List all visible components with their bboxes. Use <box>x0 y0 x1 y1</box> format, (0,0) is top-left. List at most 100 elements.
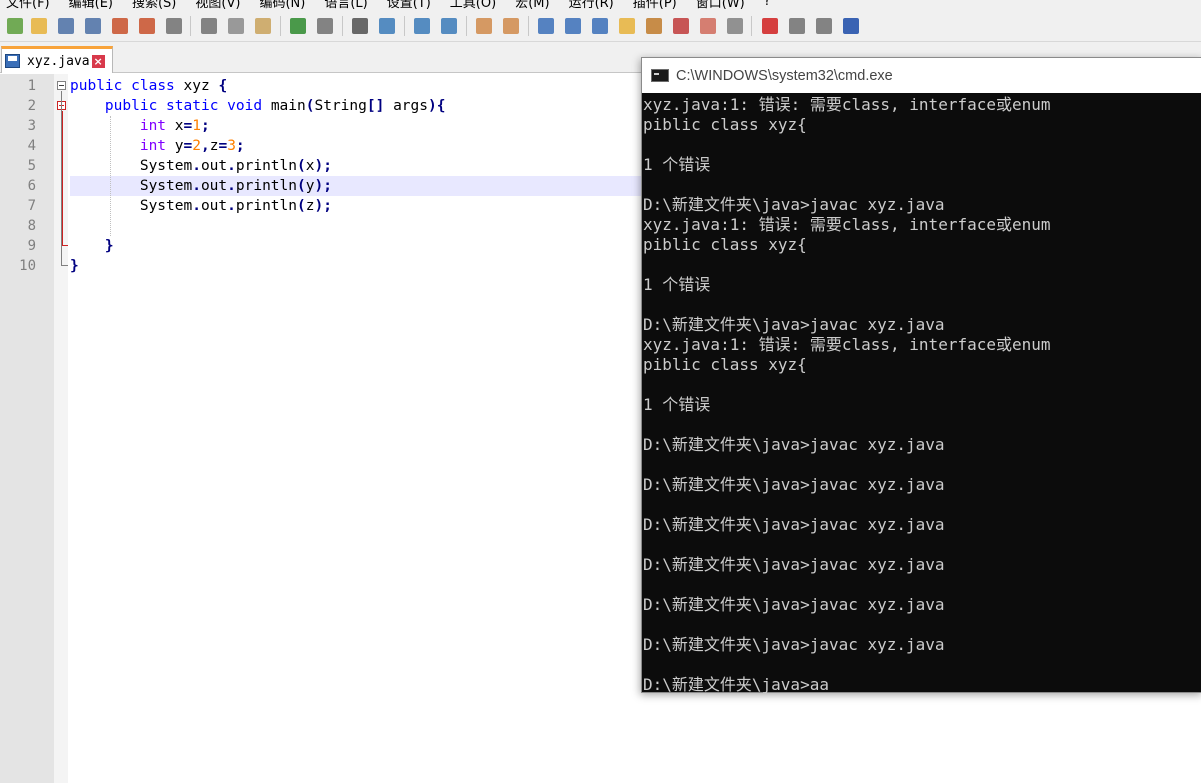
new-file-icon[interactable] <box>4 15 26 37</box>
zoom-in-icon[interactable] <box>411 15 433 37</box>
code-token: ) <box>428 98 437 114</box>
console-line: D:\新建文件夹\java>javac xyz.java <box>643 435 945 454</box>
zoom-out-icon[interactable] <box>438 15 460 37</box>
redo-icon[interactable] <box>314 15 336 37</box>
code-token: x <box>166 118 184 134</box>
menu-item-8[interactable]: 宏(M) <box>515 0 549 11</box>
cut-icon[interactable] <box>198 15 220 37</box>
code-token: System <box>70 178 193 194</box>
close-icon[interactable] <box>109 15 131 37</box>
play-macro-icon[interactable] <box>786 15 808 37</box>
menu-item-0[interactable]: 文件(F) <box>6 0 50 11</box>
code-line[interactable]: int x=1; <box>70 116 210 136</box>
menu-item-2[interactable]: 搜索(S) <box>132 0 176 11</box>
console-line: xyz.java:1: 错误: 需要class, interface或enum <box>643 335 1051 354</box>
cmd-title-bar[interactable]: C:\WINDOWS\system32\cmd.exe <box>642 58 1201 93</box>
line-number: 10 <box>19 258 36 274</box>
code-line[interactable]: } <box>70 256 79 276</box>
copy-icon[interactable] <box>225 15 247 37</box>
code-token: = <box>183 118 193 134</box>
replace-icon[interactable] <box>376 15 398 37</box>
tab-xyz-java[interactable]: xyz.java × <box>1 46 113 73</box>
find-icon[interactable] <box>349 15 371 37</box>
code-token: println <box>235 158 297 174</box>
paste-icon[interactable] <box>252 15 274 37</box>
doc-map-icon[interactable] <box>616 15 638 37</box>
code-token: out <box>200 198 228 214</box>
menu-item-11[interactable]: 窗口(W) <box>696 0 745 11</box>
close-all-icon[interactable] <box>136 15 158 37</box>
code-token: = <box>218 138 228 154</box>
menu-item-9[interactable]: 运行(R) <box>569 0 614 11</box>
stop-record-icon[interactable] <box>759 15 781 37</box>
console-line: 1 个错误 <box>643 395 711 414</box>
code-token: int <box>139 118 167 134</box>
menu-item-4[interactable]: 编码(N) <box>259 0 305 11</box>
menu-item-10[interactable]: 插件(P) <box>633 0 677 11</box>
sync-vertical-icon[interactable] <box>473 15 495 37</box>
toolbar-separator <box>190 16 191 36</box>
code-token: } <box>104 238 114 254</box>
code-token: ( <box>297 198 306 214</box>
code-token: class <box>131 78 175 94</box>
code-token: = <box>183 138 193 154</box>
code-line[interactable]: int y=2,z=3; <box>70 136 245 156</box>
code-line[interactable]: public class xyz { <box>70 76 227 96</box>
console-line: D:\新建文件夹\java>javac xyz.java <box>643 315 945 334</box>
run-macro-multiple-icon[interactable] <box>813 15 835 37</box>
close-tab-icon[interactable]: × <box>91 54 105 68</box>
menu-item-5[interactable]: 语言(L) <box>324 0 367 11</box>
function-list-icon[interactable] <box>643 15 665 37</box>
fold-class-icon[interactable] <box>57 81 66 90</box>
folder-workspace-icon[interactable] <box>670 15 692 37</box>
line-number: 7 <box>27 198 36 214</box>
menu-item-1[interactable]: 编辑(E) <box>69 0 113 11</box>
code-token: ; <box>323 158 332 174</box>
indent-guide <box>110 116 111 236</box>
menu-item-12[interactable]: ? <box>764 0 771 9</box>
console-line: D:\新建文件夹\java>javac xyz.java <box>643 555 945 574</box>
record-macro-icon[interactable] <box>724 15 746 37</box>
menu-item-6[interactable]: 设置(T) <box>387 0 431 11</box>
save-icon[interactable] <box>55 15 77 37</box>
fold-line-method <box>62 111 63 245</box>
word-wrap-icon[interactable] <box>535 15 557 37</box>
menu-item-7[interactable]: 工具(O) <box>450 0 496 11</box>
console-line: D:\新建文件夹\java>javac xyz.java <box>643 515 945 534</box>
console-line: xyz.java:1: 错误: 需要class, interface或enum <box>643 95 1051 114</box>
save-all-icon[interactable] <box>82 15 104 37</box>
toolbar-separator <box>751 16 752 36</box>
console-line: D:\新建文件夹\java>javac xyz.java <box>643 475 945 494</box>
fold-end-class <box>61 265 68 266</box>
code-token: { <box>218 78 228 94</box>
code-token: , <box>200 138 210 154</box>
saved-file-icon <box>5 54 20 68</box>
code-token: } <box>70 258 79 274</box>
code-token: . <box>227 178 236 194</box>
line-number: 8 <box>27 218 36 234</box>
toolbar-separator <box>466 16 467 36</box>
code-token: static <box>166 98 219 114</box>
open-file-icon[interactable] <box>28 15 50 37</box>
code-token: . <box>227 198 236 214</box>
undo-icon[interactable] <box>287 15 309 37</box>
indent-guide-icon[interactable] <box>589 15 611 37</box>
cmd-window[interactable]: C:\WINDOWS\system32\cmd.exe xyz.java:1: … <box>641 57 1201 693</box>
line-number: 5 <box>27 158 36 174</box>
save-macro-icon[interactable] <box>840 15 862 37</box>
menu-item-3[interactable]: 视图(V) <box>195 0 240 11</box>
code-token: String <box>314 98 367 114</box>
code-token: ; <box>323 198 332 214</box>
print-icon[interactable] <box>163 15 185 37</box>
monitoring-icon[interactable] <box>697 15 719 37</box>
code-token: void <box>227 98 263 114</box>
code-line[interactable]: } <box>70 236 114 256</box>
sync-horizontal-icon[interactable] <box>500 15 522 37</box>
show-all-chars-icon[interactable] <box>562 15 584 37</box>
cmd-console-output[interactable]: xyz.java:1: 错误: 需要class, interface或enum p… <box>643 93 1201 693</box>
code-line[interactable]: public static void main(String[] args){ <box>70 96 446 116</box>
code-token: . <box>192 158 201 174</box>
toolbar-separator <box>280 16 281 36</box>
